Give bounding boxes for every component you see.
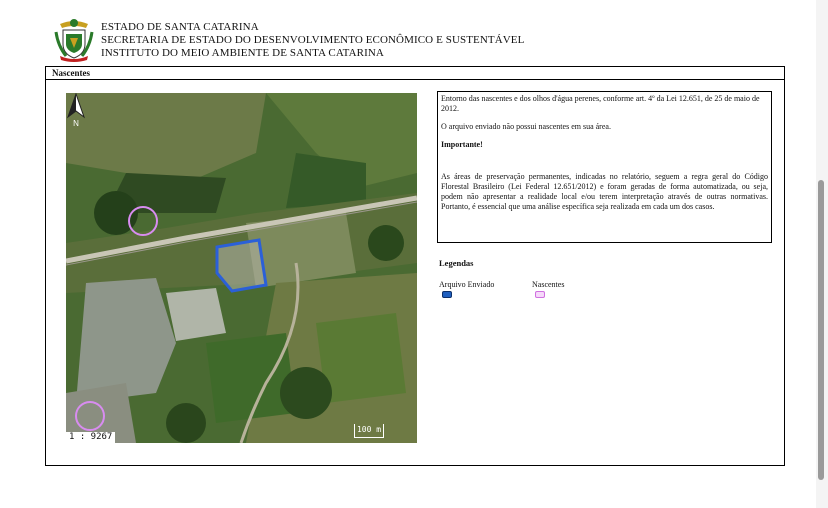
uploaded-area-polygon [215, 238, 268, 293]
satellite-map: N 100 m 1 : 9267 [66, 93, 417, 443]
header-line-institute: INSTITUTO DO MEIO AMBIENTE DE SANTA CATA… [101, 47, 384, 59]
legend-item-arquivo-enviado: Arquivo Enviado [439, 280, 494, 290]
scale-bar: 100 m [354, 424, 384, 438]
legend-label: Nascentes [532, 280, 565, 289]
info-result: O arquivo enviado não possui nascentes e… [441, 122, 611, 131]
report-frame: Nascentes N 100 m 1: 9267 Entorno das n… [45, 66, 785, 466]
section-title: Nascentes [46, 67, 784, 80]
info-important-label: Importante! [441, 140, 483, 149]
header-line-secretariat: SECRETARIA DE ESTADO DO DESENVOLVIMENTO … [101, 34, 525, 46]
legend-title: Legendas [439, 258, 474, 268]
header-line-state: ESTADO DE SANTA CATARINA [101, 21, 259, 33]
map-imagery [66, 93, 417, 443]
legend-label: Arquivo Enviado [439, 280, 495, 289]
info-body: As áreas de preservação permanentes, ind… [441, 172, 768, 211]
legend-item-nascentes: Nascentes [532, 280, 564, 290]
document-page: ESTADO DE SANTA CATARINA SECRETARIA DE E… [0, 0, 816, 508]
svg-text:N: N [73, 119, 79, 127]
info-box: Entorno das nascentes e dos olhos d'água… [437, 91, 772, 243]
legend-swatch-nascentes [535, 291, 545, 298]
info-intro: Entorno das nascentes e dos olhos d'água… [441, 94, 760, 113]
scale-ratio: 1 : 9267 [66, 432, 116, 443]
document-header: ESTADO DE SANTA CATARINA SECRETARIA DE E… [54, 16, 794, 64]
north-arrow-icon: N [66, 93, 86, 127]
legend-swatch-arquivo-enviado [442, 291, 452, 298]
coat-of-arms-icon [54, 19, 94, 62]
scrollbar-thumb[interactable] [818, 180, 824, 480]
